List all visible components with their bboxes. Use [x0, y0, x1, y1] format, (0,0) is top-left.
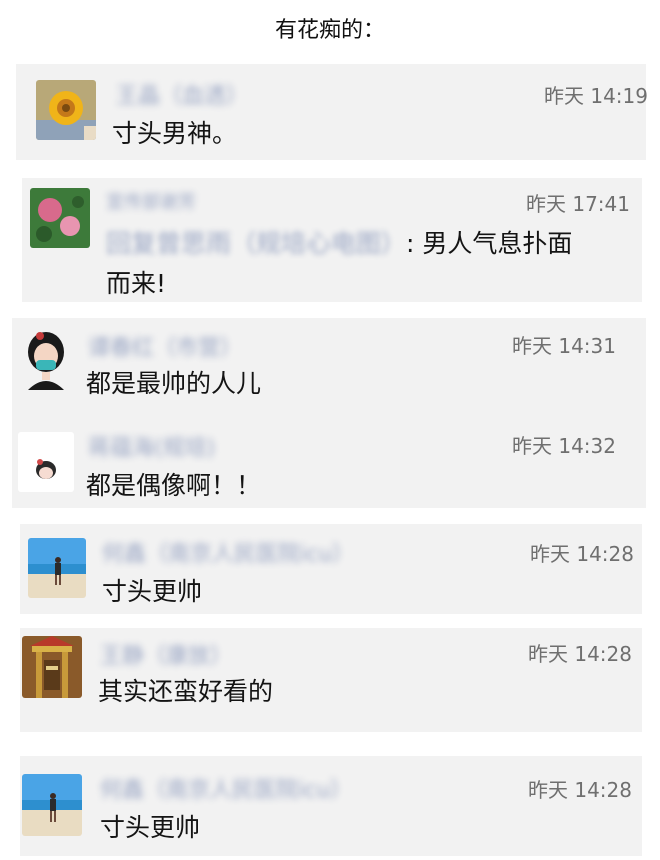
comment-card: 蒋蕴海(规培) 昨天 14:32 都是偶像啊！！ — [12, 418, 646, 508]
reply-to-name[interactable]: 曾思雨（规培心电图） — [156, 229, 406, 258]
comment-time: 昨天 17:41 — [526, 192, 630, 216]
comment-message: 其实还蛮好看的 — [98, 677, 274, 706]
comment-message: 寸头更帅 — [100, 813, 201, 842]
temple-avatar-icon[interactable] — [22, 636, 82, 698]
commenter-name[interactable]: 王晶（血透） — [116, 78, 248, 110]
sunflower-avatar-icon[interactable] — [36, 80, 96, 140]
comment-card: 何鑫（南京人民医院icu） 昨天 14:28 寸头更帅 — [20, 524, 642, 614]
comment-message: 回复曾思雨（规培心电图）: 男人气息扑面 而来! — [106, 224, 636, 304]
comment-card: 谭春红（市营） 昨天 14:31 都是最帅的人儿 — [12, 318, 646, 418]
comment-message: 都是偶像啊！！ — [86, 471, 262, 500]
commenter-name[interactable]: 谭春红（市营） — [88, 330, 242, 362]
commenter-name[interactable]: 宣传部谢芳 — [106, 188, 196, 214]
comment-time: 昨天 14:32 — [512, 434, 616, 458]
comment-card: 王静（康放） 昨天 14:28 其实还蛮好看的 — [20, 628, 642, 732]
cartoon-girl-avatar-icon[interactable] — [18, 328, 74, 390]
commenter-name[interactable]: 蒋蕴海(规培) — [88, 430, 215, 462]
comment-card: 王晶（血透） 昨天 14:19 寸头男神。 — [16, 64, 648, 160]
commenter-name[interactable]: 何鑫（南京人民医院icu） — [100, 772, 352, 804]
comment-message: 都是最帅的人儿 — [86, 369, 262, 398]
comment-time: 昨天 14:19 — [544, 84, 648, 108]
comment-message: 寸头更帅 — [102, 577, 203, 606]
commenter-name[interactable]: 王静（康放） — [100, 638, 232, 670]
comment-card: 何鑫（南京人民医院icu） 昨天 14:28 寸头更帅 — [20, 756, 642, 856]
beach-person-avatar-icon[interactable] — [22, 774, 82, 836]
reply-text-line1: : 男人气息扑面 — [406, 229, 573, 258]
comment-message: 寸头男神。 — [112, 119, 238, 148]
reply-prefix: 回复 — [106, 229, 157, 258]
comment-card: 宣传部谢芳 昨天 17:41 回复曾思雨（规培心电图）: 男人气息扑面 而来! — [22, 178, 642, 302]
beach-person-avatar-icon[interactable] — [28, 538, 86, 598]
comment-time: 昨天 14:28 — [530, 542, 634, 566]
doll-avatar-icon[interactable] — [18, 432, 74, 492]
comment-time: 昨天 14:28 — [528, 642, 632, 666]
comment-time: 昨天 14:28 — [528, 778, 632, 802]
reply-text-line2: 而来! — [106, 269, 167, 298]
comment-time: 昨天 14:31 — [512, 334, 616, 358]
page-heading: 有花痴的： — [274, 18, 385, 43]
commenter-name[interactable]: 何鑫（南京人民医院icu） — [102, 536, 354, 568]
flower-avatar-icon[interactable] — [30, 188, 90, 248]
